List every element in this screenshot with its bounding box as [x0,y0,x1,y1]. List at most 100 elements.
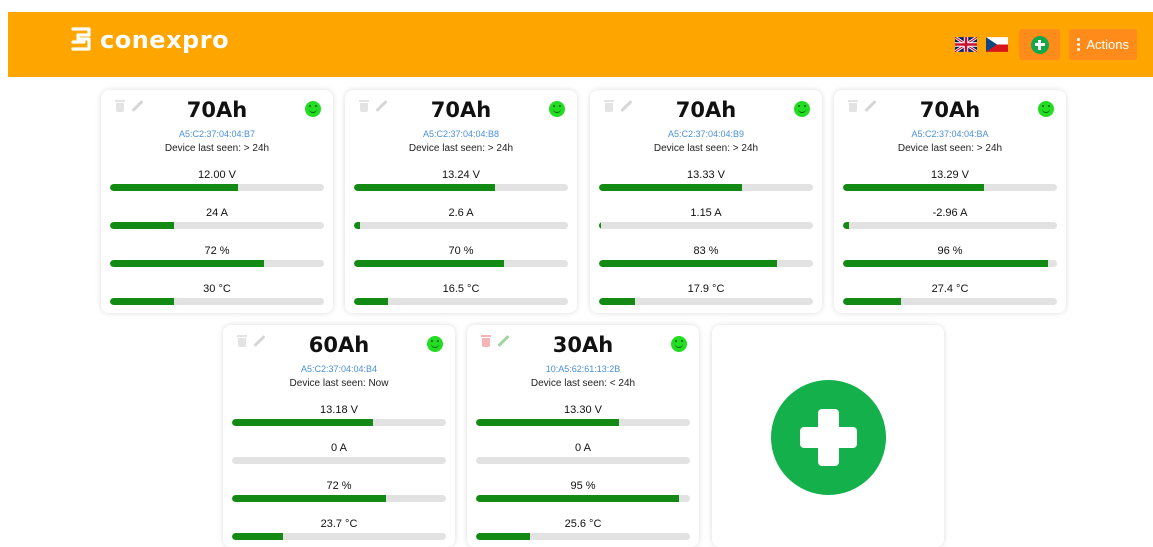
device-mac-link[interactable]: A5:C2:37:04:04:B4 [223,364,455,374]
metric-row: 2.6 A [345,198,577,236]
metric-bar [476,533,690,540]
metric-row: 0 A [223,433,455,471]
metric-row: 25.6 °C [467,509,699,547]
uk-flag-icon[interactable] [955,37,978,52]
battery-capacity: 70Ah [186,98,248,122]
last-seen-text: Device last seen: > 24h [408,143,514,154]
metric-bar-fill [843,184,985,191]
metric-bar-fill [476,533,530,540]
battery-capacity: 60Ah [308,333,370,357]
metric-bar [354,222,568,229]
metric-value: 83 % [693,245,719,257]
metric-value: 72 % [204,245,230,257]
metric-bar [843,222,1057,229]
cz-flag-icon[interactable] [986,37,1009,52]
actions-label: Actions [1086,37,1129,52]
last-seen-text: Device last seen: > 24h [897,143,1003,154]
metric-bar [110,222,324,229]
metric-bar-fill [354,260,504,267]
metric-value: 27.4 °C [931,283,969,295]
last-seen-text: Device last seen: < 24h [530,378,636,389]
metric-bar [354,298,568,305]
status-smiley-icon [671,336,687,352]
battery-capacity: 70Ah [675,98,737,122]
metric-bar-fill [599,298,636,305]
metric-value: 17.9 °C [687,283,725,295]
metric-row: -2.96 A [834,198,1066,236]
metric-bar [843,184,1057,191]
metric-row: 13.29 V [834,160,1066,198]
metric-bar [232,533,446,540]
metric-bar [476,419,690,426]
metric-value: 95 % [570,480,596,492]
metric-row: 72 % [101,236,333,274]
battery-card: 30Ah 10:A5:62:61:13:2B Device last seen:… [467,325,699,547]
metric-bar-fill [476,495,680,502]
add-device-card[interactable] [712,325,944,547]
metric-value: 1.15 A [690,207,722,219]
last-seen-text: Device last seen: > 24h [164,143,270,154]
device-mac-link[interactable]: A5:C2:37:04:04:BA [834,129,1066,139]
metric-value: 70 % [448,245,474,257]
metric-value: 13.29 V [931,169,969,181]
metric-row: 96 % [834,236,1066,274]
battery-capacity: 30Ah [552,333,614,357]
metric-bar [110,184,324,191]
battery-card: 70Ah A5:C2:37:04:04:B8 Device last seen:… [345,90,577,313]
metric-bar [843,260,1057,267]
status-smiley-icon [305,101,321,117]
kebab-menu-icon [1077,38,1081,51]
metric-bar-fill [110,260,265,267]
metric-row: 13.24 V [345,160,577,198]
brand-logo[interactable]: conexpro [70,26,229,54]
add-device-button[interactable] [1019,29,1061,60]
battery-card: 70Ah A5:C2:37:04:04:BA Device last seen:… [834,90,1066,313]
metric-bar-fill [110,298,175,305]
metric-bar [599,260,813,267]
metric-row: 12.00 V [101,160,333,198]
metric-bar [843,298,1057,305]
metric-bar [599,222,813,229]
metric-bar [110,260,324,267]
metric-value: 25.6 °C [564,518,602,530]
battery-capacity: 70Ah [430,98,492,122]
battery-card: 70Ah A5:C2:37:04:04:B7 Device last seen:… [101,90,333,313]
metric-bar [599,184,813,191]
conexpro-logo-icon [71,27,91,51]
top-bar: conexpro Actions [8,12,1153,77]
metric-bar-fill [843,222,850,229]
metric-row: 0 A [467,433,699,471]
metric-bar-fill [110,184,239,191]
metric-row: 1.15 A [590,198,822,236]
metric-row: 13.18 V [223,395,455,433]
metric-value: 16.5 °C [442,283,480,295]
device-mac-link[interactable]: A5:C2:37:04:04:B9 [590,129,822,139]
actions-button[interactable]: Actions [1069,29,1137,60]
metric-bar-fill [232,419,374,426]
metric-bar [232,495,446,502]
metric-bar [476,457,690,464]
metric-value: 12.00 V [198,169,236,181]
metric-value: 0 A [331,442,347,454]
metric-row: 17.9 °C [590,274,822,312]
metric-value: 13.24 V [442,169,480,181]
device-mac-link[interactable]: A5:C2:37:04:04:B7 [101,129,333,139]
metric-bar-fill [843,298,901,305]
metric-value: 13.30 V [564,404,602,416]
device-mac-link[interactable]: A5:C2:37:04:04:B8 [345,129,577,139]
metric-bar-fill [354,222,361,229]
metric-bar-fill [599,260,777,267]
metric-value: 96 % [937,245,963,257]
metric-value: 13.18 V [320,404,358,416]
plus-circle-icon [1030,35,1049,54]
device-mac-link[interactable]: 10:A5:62:61:13:2B [467,364,699,374]
metric-value: 24 A [205,207,229,219]
metric-bar-fill [232,533,284,540]
metric-bar [599,298,813,305]
battery-capacity: 70Ah [919,98,981,122]
status-smiley-icon [549,101,565,117]
metric-bar [354,260,568,267]
metric-value: 2.6 A [448,207,474,219]
metric-bar [232,457,446,464]
metric-bar-fill [843,260,1049,267]
